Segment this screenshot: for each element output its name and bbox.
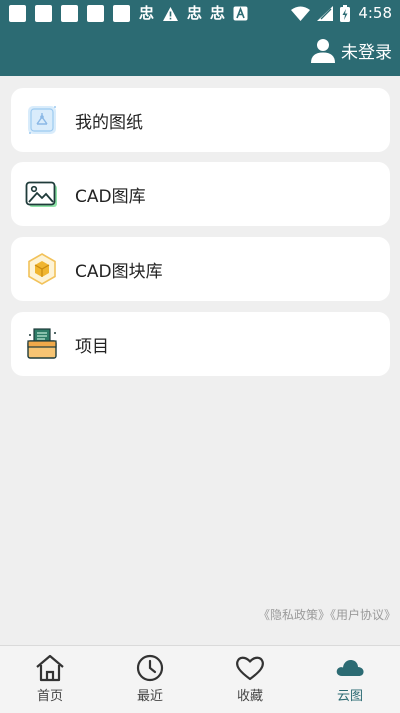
notification-icon bbox=[35, 5, 52, 22]
tab-label: 首页 bbox=[36, 689, 63, 704]
tab-recent[interactable]: 最近 bbox=[100, 646, 200, 713]
translate-icon bbox=[233, 6, 248, 21]
app-header: 忠 忠 忠 4:58 未登录 bbox=[0, 0, 400, 76]
cloud-icon bbox=[336, 659, 364, 676]
battery-charging-icon bbox=[340, 4, 351, 22]
bottom-tab-bar: 首页 最近 收藏 云图 bbox=[0, 645, 400, 713]
menu-item-my-drawings[interactable]: 我的图纸 bbox=[11, 88, 390, 152]
signal-icon bbox=[317, 5, 334, 21]
app-notification-icon: 忠 bbox=[210, 4, 226, 22]
status-bar: 忠 忠 忠 4:58 bbox=[0, 0, 400, 28]
notification-icon bbox=[61, 5, 78, 22]
menu-item-cad-gallery[interactable]: CAD图库 bbox=[11, 162, 390, 226]
menu-item-label: 项目 bbox=[75, 336, 109, 357]
blueprint-icon bbox=[25, 103, 59, 137]
tab-label: 云图 bbox=[336, 689, 363, 704]
user-agreement-link[interactable]: 《用户协议》 bbox=[330, 608, 396, 622]
login-button[interactable]: 未登录 bbox=[311, 38, 392, 63]
wifi-icon bbox=[291, 6, 311, 21]
home-icon bbox=[36, 654, 64, 682]
app-notification-icon: 忠 bbox=[139, 4, 155, 22]
privacy-policy-link[interactable]: 《隐私政策》 bbox=[258, 608, 330, 622]
tab-home[interactable]: 首页 bbox=[0, 646, 100, 713]
menu-item-cad-block-library[interactable]: CAD图块库 bbox=[11, 237, 390, 301]
notification-icon bbox=[9, 5, 26, 22]
project-folder-icon bbox=[25, 327, 59, 361]
app-notification-icon: 忠 bbox=[187, 4, 203, 22]
picture-gallery-icon bbox=[25, 177, 59, 211]
tab-favorites[interactable]: 收藏 bbox=[200, 646, 300, 713]
menu-item-label: 我的图纸 bbox=[75, 112, 143, 133]
block-cube-icon bbox=[25, 252, 59, 286]
menu-item-projects[interactable]: 项目 bbox=[11, 312, 390, 376]
status-notifications: 忠 忠 忠 bbox=[9, 5, 248, 22]
legal-links: 《隐私政策》《用户协议》 bbox=[258, 606, 396, 623]
menu-item-label: CAD图块库 bbox=[75, 261, 163, 282]
menu-item-label: CAD图库 bbox=[75, 186, 146, 207]
login-status-label: 未登录 bbox=[341, 43, 392, 63]
user-icon bbox=[311, 39, 335, 63]
tab-label: 最近 bbox=[136, 689, 163, 704]
tab-label: 收藏 bbox=[236, 689, 263, 704]
notification-icon bbox=[87, 5, 104, 22]
status-time: 4:58 bbox=[358, 4, 392, 22]
status-system: 4:58 bbox=[291, 4, 392, 22]
notification-icon bbox=[113, 5, 130, 22]
heart-icon bbox=[236, 656, 264, 681]
warning-icon bbox=[163, 6, 179, 21]
tab-cloud[interactable]: 云图 bbox=[300, 646, 400, 713]
clock-icon bbox=[136, 654, 164, 682]
